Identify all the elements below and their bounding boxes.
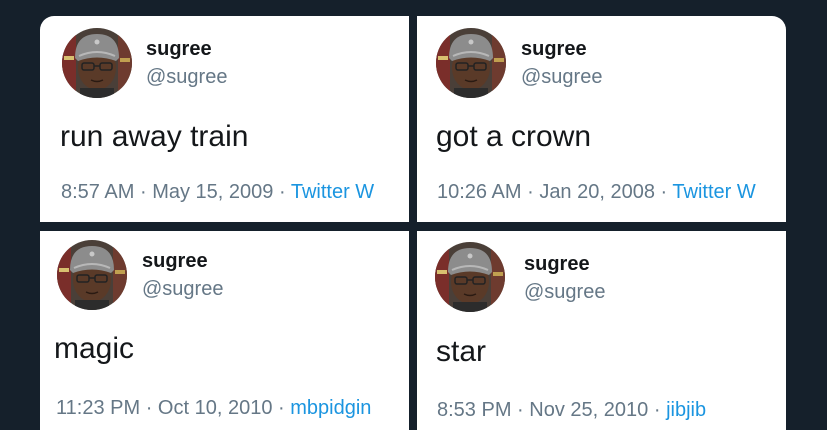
display-name[interactable]: sugree (146, 38, 212, 61)
meta-separator: · (517, 399, 524, 421)
tweet-meta: 8:57 AM · May 15, 2009 · Twitter W (61, 181, 374, 204)
tweet-text: magic (54, 332, 135, 365)
profile-photo-icon (435, 242, 505, 312)
tweet-text: got a crown (436, 120, 592, 153)
tweet-time[interactable]: 8:57 AM (61, 181, 134, 203)
avatar-image[interactable] (57, 240, 127, 310)
display-name[interactable]: sugree (142, 250, 208, 273)
meta-separator: · (527, 181, 534, 203)
tweet-source-link[interactable]: mbpidgin (290, 397, 371, 419)
meta-separator: · (660, 181, 668, 203)
tweet-grid: sugree @sugree run away train 8:57 AM · … (0, 0, 827, 430)
display-name[interactable]: sugree (521, 38, 587, 61)
tweet-text: star (436, 335, 487, 368)
tweet-date[interactable]: Nov 25, 2010 (529, 399, 648, 421)
display-name[interactable]: sugree (524, 253, 590, 276)
tweet-source-link[interactable]: jibjib (666, 399, 706, 421)
tweet-date[interactable]: May 15, 2009 (152, 181, 273, 203)
tweet-card[interactable]: sugree @sugree star 8:53 PM · Nov 25, 20… (417, 231, 786, 430)
tweet-date[interactable]: Oct 10, 2010 (158, 397, 273, 419)
tweet-time[interactable]: 11:23 PM (56, 397, 140, 419)
profile-photo-icon (62, 28, 132, 98)
tweet-meta: 10:26 AM · Jan 20, 2008 · Twitter W (437, 181, 756, 204)
tweet-time[interactable]: 10:26 AM (437, 181, 522, 203)
tweet-meta: 11:23 PM · Oct 10, 2010 · mbpidgin (56, 397, 371, 420)
tweet-time[interactable]: 8:53 PM (437, 399, 511, 421)
profile-photo-icon (436, 28, 506, 98)
meta-separator: · (278, 181, 286, 203)
tweet-card[interactable]: sugree @sugree magic 11:23 PM · Oct 10, … (40, 231, 409, 430)
user-handle[interactable]: @sugree (521, 66, 602, 89)
tweet-source-link[interactable]: Twitter W (672, 181, 755, 203)
user-handle[interactable]: @sugree (146, 66, 227, 89)
meta-separator: · (278, 397, 285, 419)
tweet-card[interactable]: sugree @sugree got a crown 10:26 AM · Ja… (417, 16, 786, 222)
avatar-image[interactable] (436, 28, 506, 98)
tweet-date[interactable]: Jan 20, 2008 (539, 181, 655, 203)
meta-separator: · (139, 181, 147, 203)
avatar-image[interactable] (435, 242, 505, 312)
user-handle[interactable]: @sugree (524, 281, 605, 304)
tweet-meta: 8:53 PM · Nov 25, 2010 · jibjib (437, 399, 706, 422)
tweet-text: run away train (60, 120, 249, 153)
meta-separator: · (653, 399, 661, 421)
avatar-image[interactable] (62, 28, 132, 98)
meta-separator: · (145, 397, 153, 419)
tweet-source-link[interactable]: Twitter W (291, 181, 374, 203)
profile-photo-icon (57, 240, 127, 310)
user-handle[interactable]: @sugree (142, 278, 223, 301)
tweet-card[interactable]: sugree @sugree run away train 8:57 AM · … (40, 16, 409, 222)
